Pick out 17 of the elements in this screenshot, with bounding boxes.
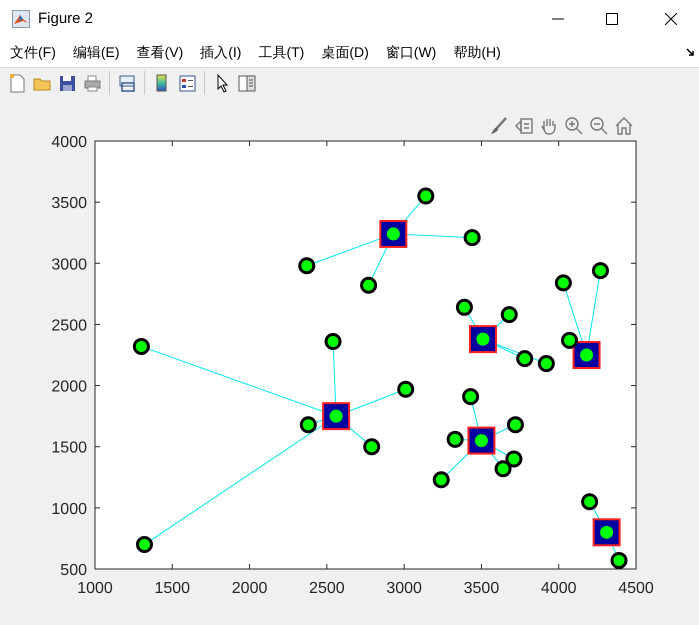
x-tick-label: 4500 [618,580,654,597]
x-tick-label: 2500 [309,580,345,597]
y-tick-label: 2000 [51,378,87,396]
x-tick-label: 2000 [232,580,268,597]
y-tick-label: 3000 [51,256,87,274]
y-tick-label: 500 [60,562,87,579]
y-tick-label: 1500 [51,440,87,457]
y-tick-label: 3500 [51,195,87,212]
y-tick-label: 2500 [51,317,87,334]
window-title: Figure 2 [38,8,94,29]
x-tick-label: 1500 [154,580,190,597]
y-tick-label: 4000 [51,134,87,151]
x-tick-label: 4000 [540,580,576,597]
x-tick-label: 3000 [386,580,422,597]
y-tick-label: 1000 [51,500,87,518]
x-tick-label: 1000 [77,580,113,597]
x-tick-label: 3500 [464,580,500,597]
